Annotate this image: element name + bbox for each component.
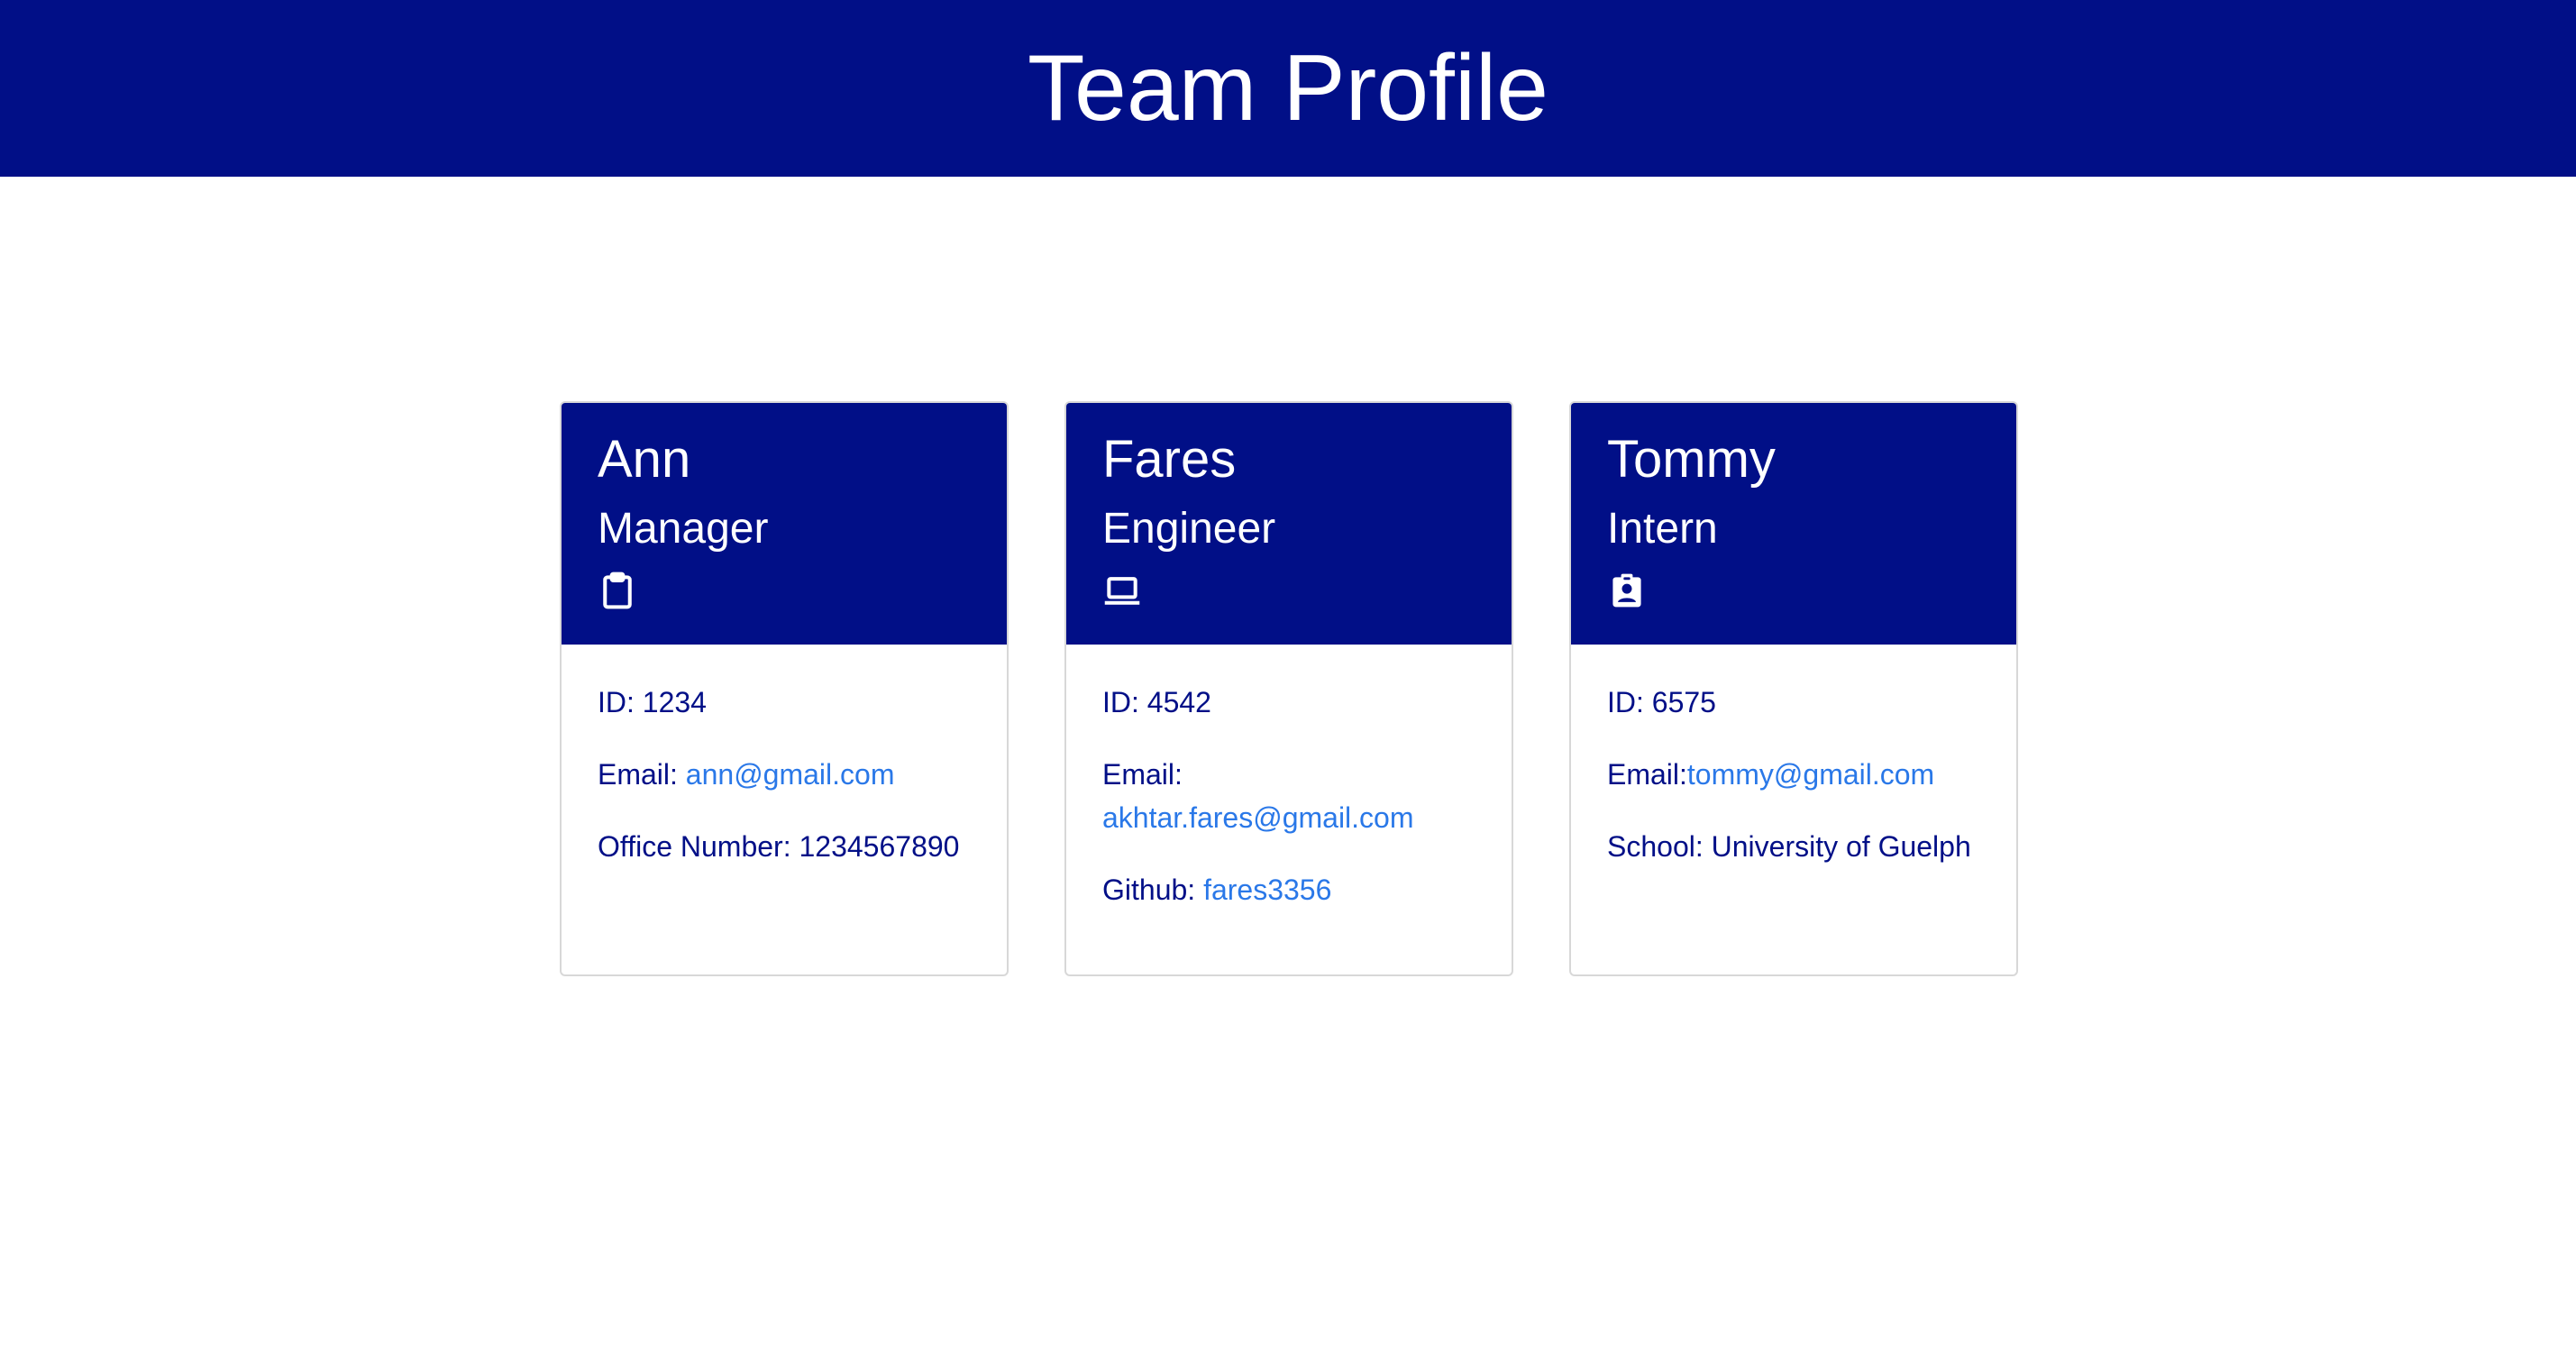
member-card-engineer: Fares Engineer ID: 4542 Email: akhtar.fa… [1064,401,1513,976]
member-email-line: Email: akhtar.fares@gmail.com [1102,758,1414,834]
member-name: Fares [1102,430,1237,489]
member-role: Engineer [1102,505,1276,553]
clipboard-icon [603,572,632,609]
card-header: Tommy Intern [1571,403,2016,645]
member-role: Manager [598,505,769,553]
member-school: University of Guelph [1711,830,1971,863]
member-github-link[interactable]: fares3356 [1203,874,1331,906]
member-id-line: ID: 6575 [1607,686,1716,718]
team-cards: Ann Manager ID: 1234 Email: ann@gmail.co… [560,401,2018,976]
page-header: Team Profile [0,0,2576,177]
member-id-line: ID: 1234 [598,686,707,718]
laptop-icon [1104,577,1140,605]
member-card-manager: Ann Manager ID: 1234 Email: ann@gmail.co… [560,401,1009,976]
member-school-line: School: University of Guelph [1607,830,1971,863]
member-id: 6575 [1651,686,1716,718]
member-office-number: 1234567890 [799,830,960,863]
card-body: ID: 4542 Email: akhtar.fares@gmail.com G… [1066,645,1512,911]
page-title: Team Profile [1028,36,1548,141]
member-id-line: ID: 4542 [1102,686,1211,718]
member-name: Tommy [1607,430,1776,489]
card-header: Ann Manager [562,403,1007,645]
member-email-link[interactable]: tommy@gmail.com [1687,758,1934,791]
member-name: Ann [598,430,691,489]
member-email-line: Email: ann@gmail.com [598,758,895,791]
card-body: ID: 1234 Email: ann@gmail.com Office Num… [562,645,1007,868]
member-github-line: Github: fares3356 [1102,874,1332,906]
member-email-link[interactable]: ann@gmail.com [686,758,895,791]
member-email-link[interactable]: akhtar.fares@gmail.com [1102,801,1414,834]
member-role: Intern [1607,505,1718,553]
member-email-line: Email:tommy@gmail.com [1607,758,1935,791]
member-id: 1234 [642,686,707,718]
member-card-intern: Tommy Intern ID: 6575 Email:tommy@gmail.… [1569,401,2018,976]
card-body: ID: 6575 Email:tommy@gmail.com School: U… [1571,645,2016,868]
card-header: Fares Engineer [1066,403,1512,645]
id-badge-icon [1612,573,1641,608]
member-office-line: Office Number: 1234567890 [598,830,960,863]
member-id: 4542 [1146,686,1211,718]
